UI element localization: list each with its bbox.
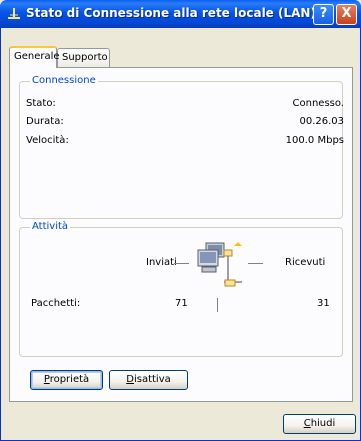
speed-label: Velocità:: [26, 135, 69, 146]
packets-label: Pacchetti:: [31, 298, 81, 309]
window-title: Stato di Connessione alla rete locale (L…: [26, 6, 329, 20]
received-line: [248, 263, 263, 264]
tab-generale[interactable]: Generale: [9, 46, 60, 68]
duration-label: Durata:: [26, 116, 64, 127]
disable-button[interactable]: Disattiva: [109, 370, 188, 390]
properties-button[interactable]: Proprietà: [30, 370, 103, 390]
packets-sent-value: 71: [175, 298, 188, 309]
received-label: Ricevuti: [285, 257, 326, 268]
close-button[interactable]: Chiudi: [283, 414, 356, 434]
status-label: Stato:: [26, 98, 56, 109]
activity-group: Attività: [19, 221, 343, 357]
packets-separator: [217, 298, 218, 312]
disable-label: isattiva: [133, 374, 171, 385]
network-computers-icon: [197, 242, 242, 287]
sent-line: [174, 263, 189, 264]
properties-label: roprietà: [49, 374, 90, 385]
title-bar[interactable]: Stato di Connessione alla rete locale (L…: [0, 0, 361, 28]
activity-group-label: Attività: [30, 221, 71, 233]
connection-group-label: Connessione: [30, 75, 98, 87]
help-button[interactable]: ?: [313, 4, 334, 25]
sent-label: Inviati: [146, 257, 177, 268]
disable-mnemonic: D: [126, 374, 134, 385]
network-connection-icon: [8, 8, 20, 19]
close-mnemonic: C: [303, 418, 311, 429]
close-label: hiudi: [310, 418, 336, 429]
speed-value: 100.0 Mbps: [285, 135, 344, 146]
close-window-button[interactable]: X: [336, 4, 357, 25]
status-value: Connesso.: [292, 98, 344, 109]
packets-received-value: 31: [317, 298, 330, 309]
duration-value: 00.26.03: [299, 116, 344, 127]
tab-supporto[interactable]: Supporto: [57, 48, 110, 67]
